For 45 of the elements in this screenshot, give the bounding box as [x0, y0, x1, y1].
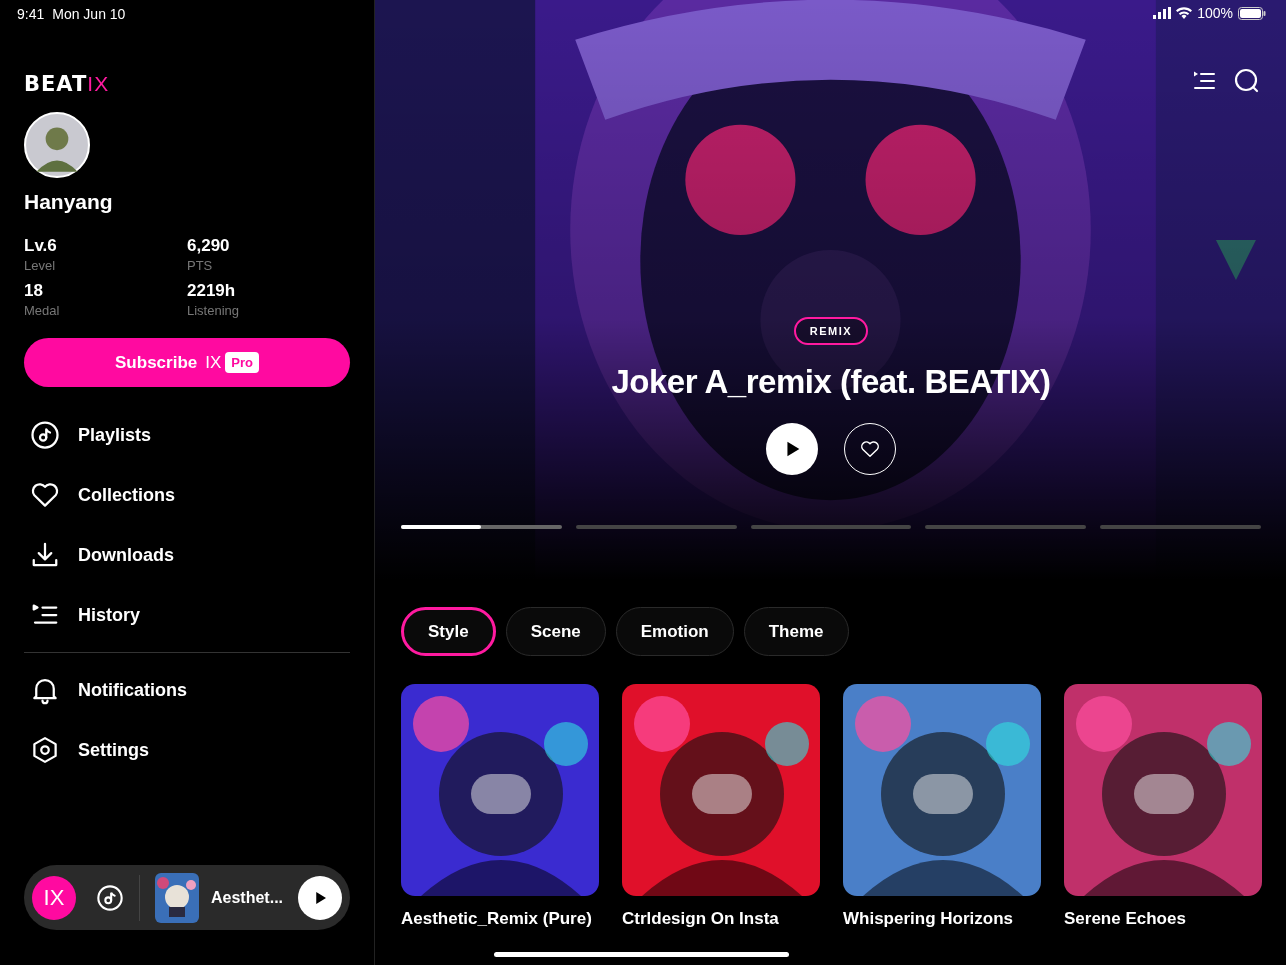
signal-icon	[1153, 7, 1172, 19]
wifi-icon	[1176, 7, 1193, 19]
queue-icon[interactable]	[1192, 70, 1216, 92]
category-tab[interactable]: Style	[401, 607, 496, 656]
genre-tag: REMIX	[793, 317, 869, 345]
stat-label: PTS	[187, 258, 213, 273]
app-logo-button[interactable]: IX	[32, 875, 76, 920]
stat-value: 2219h	[187, 281, 236, 301]
category-tab[interactable]: Theme	[743, 607, 849, 656]
settings-icon	[30, 735, 60, 765]
menu-item[interactable]: Settings	[24, 720, 149, 780]
card-title: Whispering Horizons	[843, 908, 1014, 929]
user-name: Hanyang	[24, 190, 114, 214]
stat-label: Level	[24, 258, 56, 273]
menu-item[interactable]: Notifications	[24, 660, 187, 720]
stat-label: Listening	[187, 303, 240, 318]
status-time: 9:41	[17, 6, 45, 24]
hero-title: Joker A_remix (feat. BEATIX)	[611, 363, 1051, 401]
battery-percent: 100%	[1197, 5, 1233, 21]
category-tab[interactable]: Emotion	[615, 607, 734, 656]
slide-progress[interactable]	[401, 525, 562, 529]
subscribe-button[interactable]: Subscribe IX Pro	[24, 338, 350, 387]
play-button[interactable]	[298, 875, 342, 920]
menu-item[interactable]: History	[24, 585, 140, 645]
category-tab[interactable]: Scene	[505, 607, 606, 656]
app-logo: BEATIX	[24, 72, 110, 98]
card-title: Serene Echoes	[1064, 908, 1187, 929]
stat-value: Lv.6	[24, 236, 57, 256]
menu-item[interactable]: Downloads	[24, 525, 174, 585]
disc-icon[interactable]	[96, 883, 124, 912]
avatar[interactable]	[24, 112, 90, 178]
search-icon[interactable]	[1234, 68, 1260, 94]
status-date: Mon Jun 10	[52, 6, 126, 24]
stat-value: 6,290	[187, 236, 230, 256]
menu-item[interactable]: Playlists	[24, 405, 152, 465]
stat-label: Medal	[24, 303, 60, 318]
disc-icon	[30, 420, 60, 450]
heart-icon	[30, 480, 60, 510]
track-title: Aesthet...	[211, 888, 284, 907]
card-title: Aesthetic_Remix (Pure)	[401, 908, 593, 929]
menu-item[interactable]: Collections	[24, 465, 175, 525]
card-title: Ctrldesign On Insta	[622, 908, 780, 929]
stat-value: 18	[24, 281, 43, 301]
heart-icon	[859, 438, 881, 460]
battery-icon	[1238, 6, 1266, 20]
